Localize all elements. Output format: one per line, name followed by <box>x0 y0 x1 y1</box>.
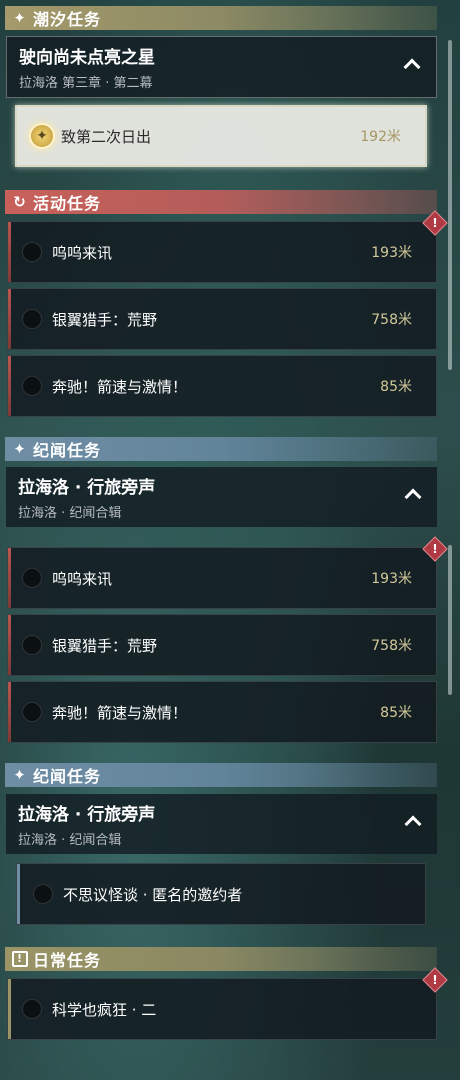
section-label: 活动任务 <box>33 194 102 213</box>
quest-distance: 758米 <box>371 638 412 654</box>
section-header-story: ✦ 纪闻任务 <box>5 437 437 461</box>
quest-name: 呜呜来讯 <box>52 569 113 588</box>
quest-name: 科学也疯狂 · 二 <box>52 1000 157 1019</box>
scrollbar[interactable] <box>448 40 452 370</box>
quest-accent-bar <box>17 864 20 924</box>
quest-distance: 85米 <box>380 705 412 721</box>
chapter-title: 拉海洛 · 行旅旁声 <box>18 805 156 825</box>
quest-row[interactable]: 科学也疯狂 · 二 ! <box>7 967 448 1040</box>
warning-icon: ! <box>422 967 448 993</box>
quest-row[interactable]: 奔驰！箭速与激情！ 85米 <box>7 681 437 743</box>
quest-chapter-story[interactable]: 拉海洛 · 行旅旁声 拉海洛 · 纪闻合辑 <box>6 794 437 854</box>
quest-status-dot <box>22 568 42 588</box>
compass-icon: ✦ <box>29 123 55 149</box>
section-header-event: ↻ 活动任务 <box>5 190 437 214</box>
quest-accent-bar <box>8 222 11 282</box>
quest-status-dot <box>22 309 42 329</box>
quest-distance: 85米 <box>380 379 412 395</box>
quest-status-dot <box>22 242 42 262</box>
quest-accent-bar <box>8 979 11 1039</box>
quest-name: 奔驰！箭速与激情！ <box>52 377 188 396</box>
quest-row[interactable]: 奔驰！箭速与激情！ 85米 <box>7 355 437 417</box>
quest-status-dot <box>22 635 42 655</box>
quest-accent-bar <box>8 548 11 608</box>
sparkle-icon: ✦ <box>13 9 27 27</box>
quest-accent-bar <box>8 289 11 349</box>
quest-name: 银翼猎手：荒野 <box>52 636 158 655</box>
quest-status-dot <box>22 999 42 1019</box>
section-header-daily: ! 日常任务 <box>5 947 437 971</box>
quest-chapter-story[interactable]: 拉海洛 · 行旅旁声 拉海洛 · 纪闻合辑 <box>6 467 437 527</box>
sparkle-icon: ✦ <box>13 440 27 458</box>
sparkle-icon: ✦ <box>13 766 27 784</box>
quest-accent-bar <box>8 682 11 742</box>
quest-distance: 758米 <box>371 312 412 328</box>
quest-distance: 193米 <box>371 245 412 261</box>
quest-status-dot <box>33 884 53 904</box>
quest-row[interactable]: 呜呜来讯 193米 ! <box>7 536 448 609</box>
section-header-tide: ✦ 潮汐任务 <box>5 6 437 30</box>
quest-row[interactable]: 不思议怪谈 · 匿名的邀约者 <box>16 863 426 925</box>
refresh-icon: ↻ <box>13 193 27 211</box>
quest-accent-bar <box>8 356 11 416</box>
quest-row[interactable]: 银翼猎手：荒野 758米 <box>7 614 437 676</box>
quest-panel: ✦ 潮汐任务 驶向尚未点亮之星 拉海洛 第三章 · 第二幕 ✦ 致第二次日出 1… <box>0 0 460 1080</box>
quest-name: 呜呜来讯 <box>52 243 113 262</box>
quest-accent-bar <box>8 615 11 675</box>
warning-icon: ! <box>422 210 448 236</box>
exclamation-box-icon: ! <box>11 950 29 968</box>
quest-chapter-tide[interactable]: 驶向尚未点亮之星 拉海洛 第三章 · 第二幕 <box>6 36 437 98</box>
section-label: 潮汐任务 <box>33 10 102 29</box>
chapter-title: 驶向尚未点亮之星 <box>19 48 155 68</box>
quest-name: 不思议怪谈 · 匿名的邀约者 <box>63 885 243 904</box>
scrollbar[interactable] <box>448 545 452 695</box>
quest-status-dot <box>22 702 42 722</box>
chapter-subtitle: 拉海洛 · 纪闻合辑 <box>18 833 122 848</box>
quest-name: 致第二次日出 <box>61 127 152 146</box>
chapter-subtitle: 拉海洛 · 纪闻合辑 <box>18 506 122 521</box>
quest-row[interactable]: 银翼猎手：荒野 758米 <box>7 288 437 350</box>
quest-name: 奔驰！箭速与激情！ <box>52 703 188 722</box>
section-header-story: ✦ 纪闻任务 <box>5 763 437 787</box>
quest-name: 银翼猎手：荒野 <box>52 310 158 329</box>
chapter-title: 拉海洛 · 行旅旁声 <box>18 478 156 498</box>
quest-row[interactable]: 呜呜来讯 193米 ! <box>7 210 448 283</box>
section-label: 纪闻任务 <box>33 767 102 786</box>
quest-status-dot <box>22 376 42 396</box>
section-label: 纪闻任务 <box>33 441 102 460</box>
quest-distance: 193米 <box>371 571 412 587</box>
active-quest[interactable]: ✦ 致第二次日出 192米 <box>15 105 427 167</box>
chapter-subtitle: 拉海洛 第三章 · 第二幕 <box>19 76 153 91</box>
warning-icon: ! <box>422 536 448 562</box>
section-label: 日常任务 <box>33 951 102 970</box>
quest-distance: 192米 <box>360 129 401 145</box>
